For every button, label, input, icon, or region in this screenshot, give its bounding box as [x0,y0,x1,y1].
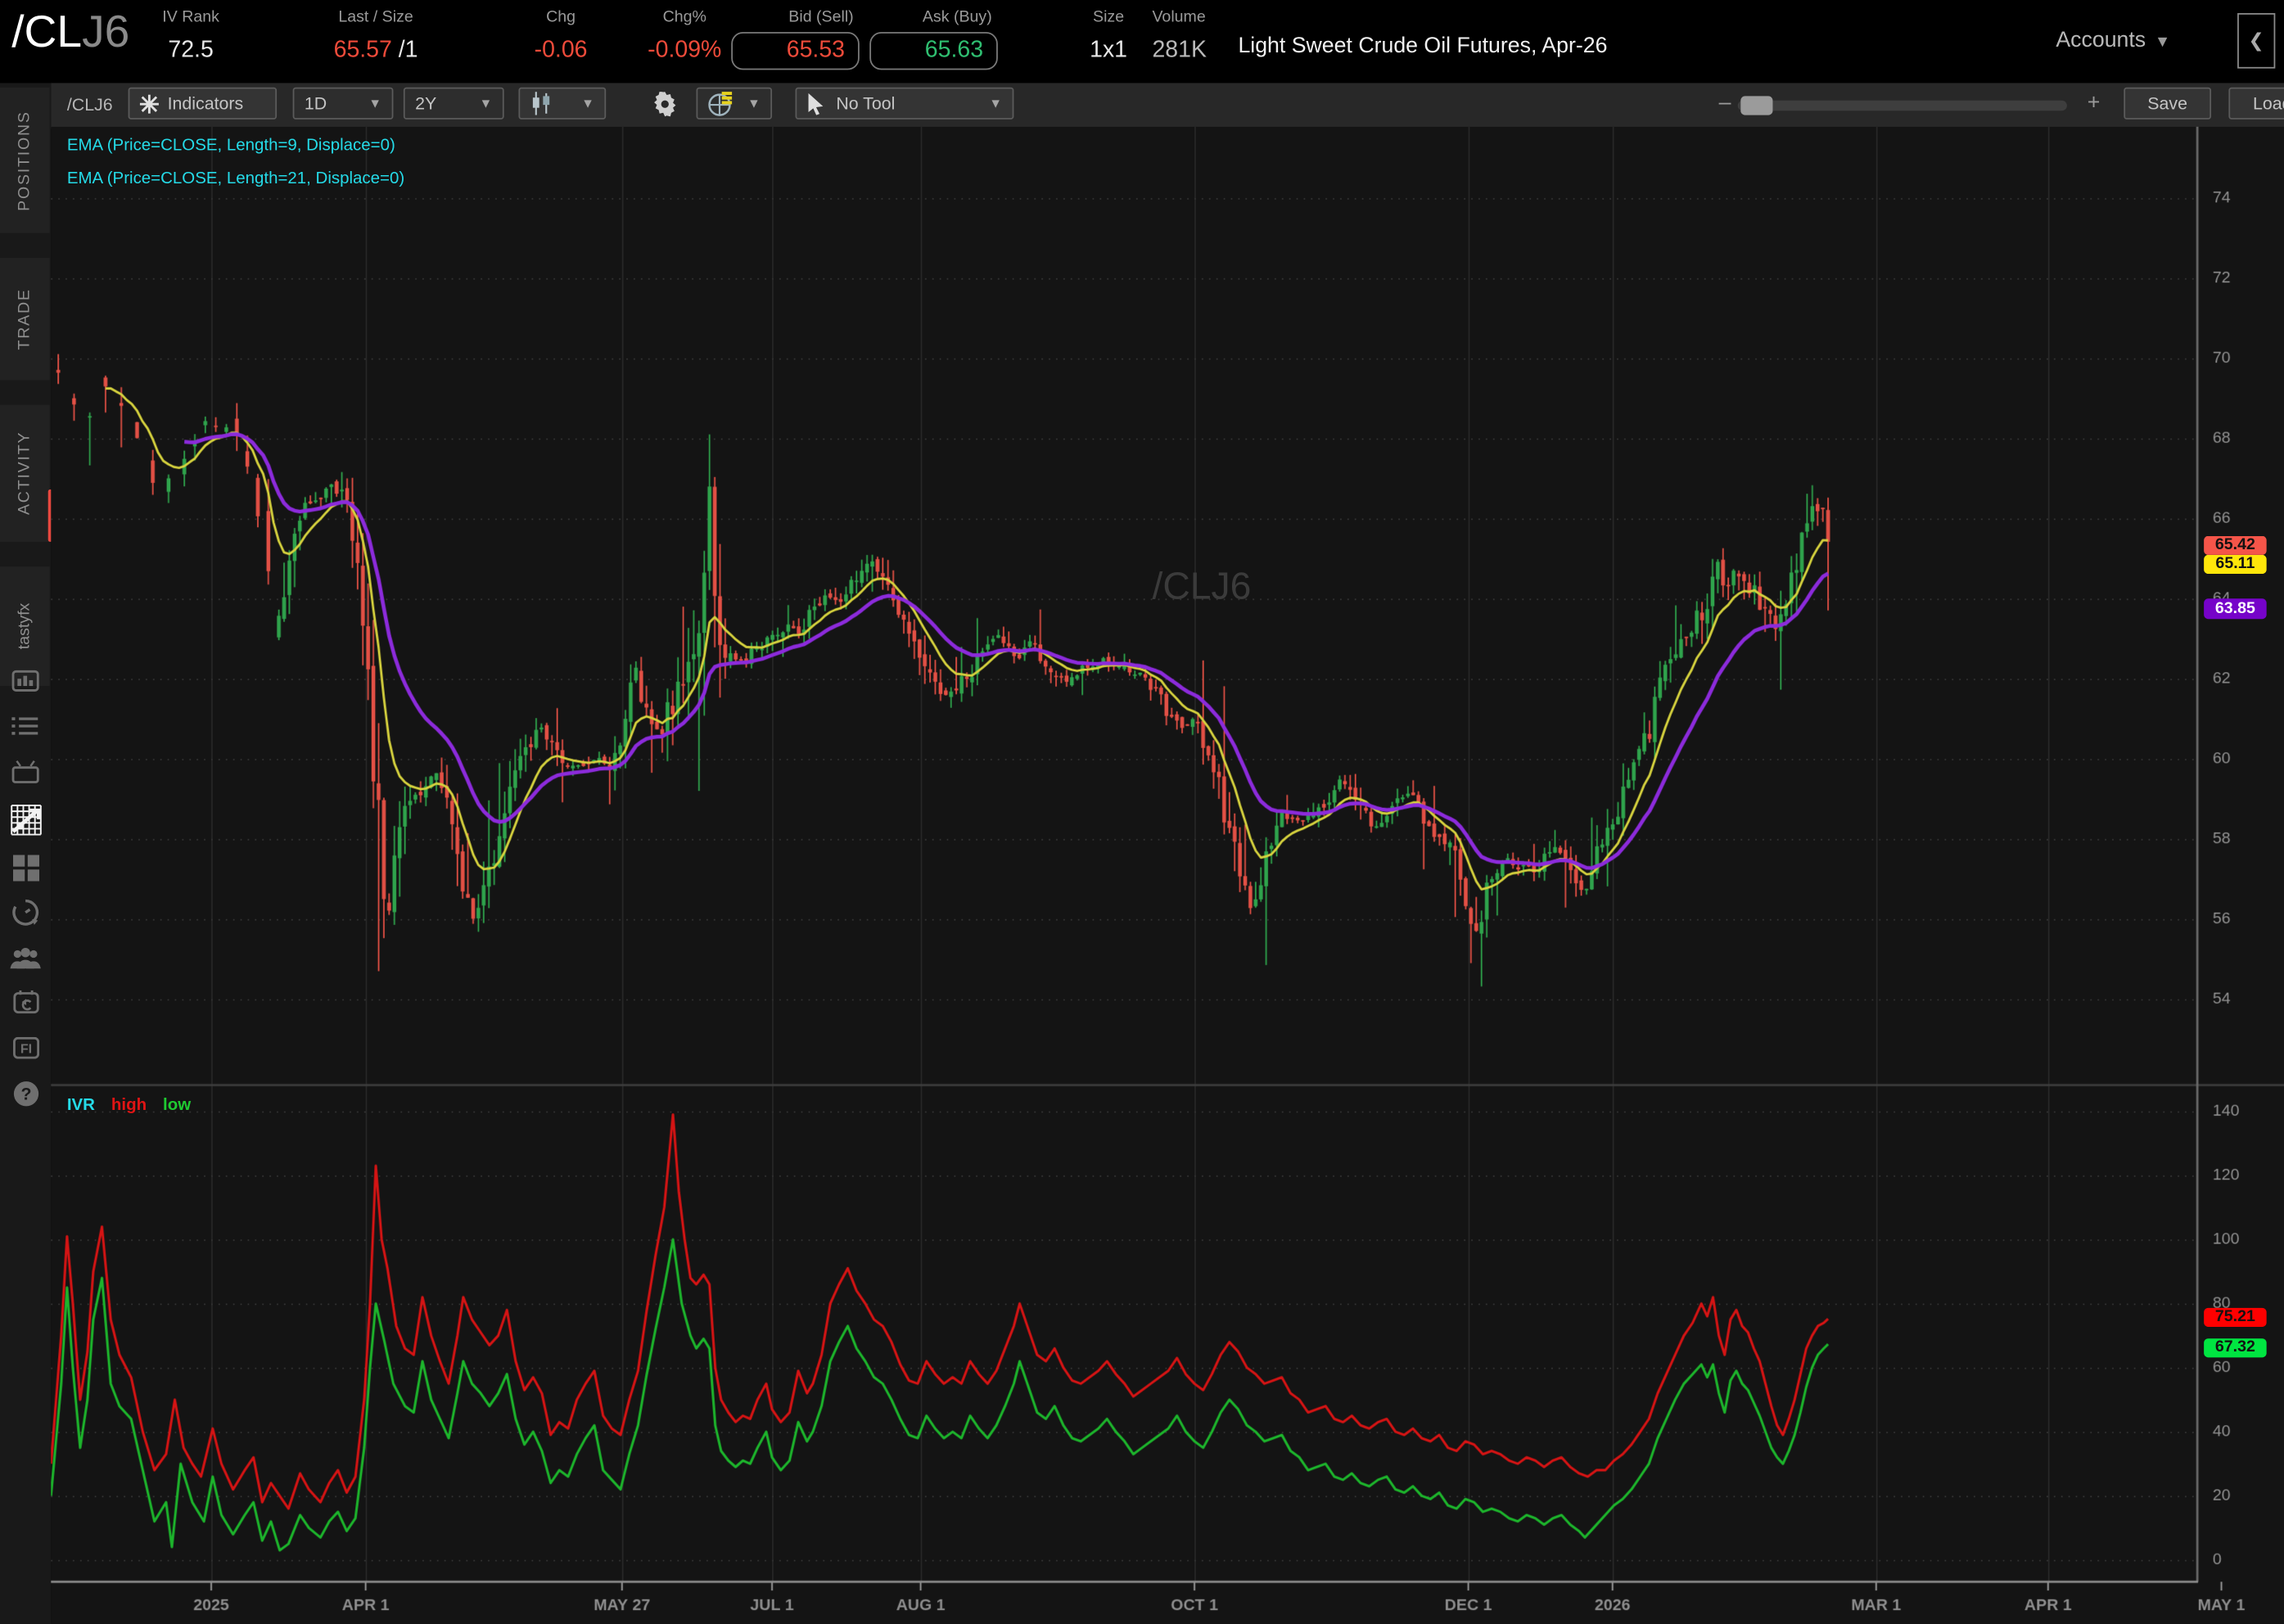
symbol-logo-sub: J6 [82,6,129,56]
last-size-value: 65.57 /1 [299,34,454,69]
price-chart-canvas[interactable] [51,127,2284,1624]
chevron-down-icon: ▼ [989,96,1002,111]
sidebar-tab-label: ACTIVITY [16,431,34,515]
trading-platform-window: /CLJ6 IV Rank 72.5 Last / Size 65.57 /1 … [0,0,2284,1624]
iv-rank-value: 72.5 [138,34,243,69]
iv-rank-label: IV Rank [138,9,243,28]
compare-grid-icon [708,90,734,116]
ivr-legend-high: high [111,1097,147,1114]
chg-value: -0.06 [510,34,612,69]
svg-text:FI: FI [20,1042,31,1056]
journal-icon[interactable] [10,665,40,696]
chg-field: Chg -0.06 [510,9,612,69]
iv-rank-field: IV Rank 72.5 [138,9,243,69]
zoom-slider-thumb[interactable] [1740,96,1772,115]
sidebar-tab-trade[interactable]: TRADE [0,258,49,380]
chg-pct-label: Chg% [626,9,743,28]
zoom-slider[interactable] [1738,101,2067,111]
ask-button[interactable]: 65.63 [869,32,998,70]
ask-label: Ask (Buy) [869,9,998,28]
ivr-legend-low: low [163,1097,191,1114]
help-icon[interactable]: ? [10,1078,40,1108]
last-size-field: Last / Size 65.57 /1 [299,9,454,69]
accounts-label: Accounts [2056,28,2146,52]
tool-label: No Tool [836,93,895,114]
bid-button[interactable]: 65.53 [731,32,860,70]
bid-field: Bid (Sell) 65.53 [731,9,860,70]
chg-pct-field: Chg% -0.09% [626,9,743,69]
bid-label: Bid (Sell) [731,9,860,28]
collapse-panel-button[interactable]: ❮ [2237,13,2275,69]
ema9-legend[interactable]: EMA (Price=CLOSE, Length=9, Displace=0) [67,137,395,154]
instrument-description: Light Sweet Crude Oil Futures, Apr-26 [1238,34,1607,58]
ema9-price-label: 65.11 [2204,555,2267,574]
chevron-down-icon: ▼ [368,96,381,111]
cursor-icon [807,92,824,115]
candlestick-icon [530,92,553,115]
followers-icon[interactable] [10,942,40,972]
left-sidebar: POSITIONS TRADE ACTIVITY tastyfx FI [0,83,52,1624]
toolbar-symbol: /CLJ6 [67,95,113,115]
chevron-left-icon: ❮ [2248,29,2264,52]
timeframe-value: 1D [305,93,327,114]
chevron-down-icon: ▼ [480,96,493,111]
svg-text:?: ? [20,1084,31,1103]
size-label: Size [1058,9,1160,28]
last-size-label: Last / Size [299,9,454,28]
chevron-down-icon: ▼ [747,96,761,111]
sidebar-tab-label: POSITIONS [16,110,34,210]
range-value: 2Y [415,93,436,114]
zoom-out-button[interactable]: – [1719,90,1731,115]
symbol-logo: /CLJ6 [11,6,129,58]
chart-watermark: /CLJ6 [1056,564,1347,609]
sidebar-tab-positions[interactable]: POSITIONS [0,88,49,233]
tv-icon[interactable] [10,756,40,786]
chart-icon[interactable] [9,802,43,836]
range-dropdown[interactable]: 2Y ▼ [404,88,504,120]
indicators-label: Indicators [168,93,244,114]
last-size-suffix: /1 [392,38,418,62]
volume-label: Volume [1152,9,1225,28]
ivr-high-price-label: 75.21 [2204,1308,2267,1327]
chart-type-dropdown[interactable]: ▼ [518,88,606,120]
chg-label: Chg [510,9,612,28]
symbol-logo-main: /CL [11,6,82,56]
grid-icon[interactable] [10,852,40,882]
sidebar-tab-label: tastyfx [16,603,34,650]
quote-header: /CLJ6 IV Rank 72.5 Last / Size 65.57 /1 … [0,0,2284,83]
fi-icon[interactable]: FI [10,1033,40,1063]
volume-field: Volume 281K [1152,9,1225,69]
tool-dropdown[interactable]: No Tool ▼ [796,88,1014,120]
ask-field: Ask (Buy) 65.63 [869,9,998,70]
size-field: Size 1x1 [1058,9,1160,69]
load-button[interactable]: Load [2228,88,2284,120]
ema21-price-label: 63.85 [2204,598,2267,619]
indicators-button[interactable]: Indicators [129,88,277,120]
chart-settings-button[interactable] [652,92,677,124]
chevron-down-icon: ▼ [2155,34,2170,51]
ivr-low-price-label: 67.32 [2204,1338,2267,1357]
history-icon[interactable] [10,897,40,927]
last-value: 65.57 [334,38,392,62]
chevron-down-icon: ▼ [581,96,594,111]
save-button[interactable]: Save [2124,88,2211,120]
layout-dropdown[interactable]: ▼ [697,88,773,120]
sidebar-tab-label: TRADE [16,288,34,350]
zoom-in-button[interactable]: + [2088,90,2101,115]
ivr-legend-name: IVR [67,1097,95,1114]
chg-pct-value: -0.09% [626,34,743,69]
chart-area: EMA (Price=CLOSE, Length=9, Displace=0) … [51,127,2284,1624]
ivr-legend[interactable]: IVR high low [67,1097,191,1114]
calendar-back-icon[interactable] [10,986,40,1017]
sidebar-tab-activity[interactable]: ACTIVITY [0,405,49,542]
size-value: 1x1 [1058,34,1160,69]
accounts-dropdown[interactable]: Accounts ▼ [2056,28,2170,54]
last-price-label: 65.42 [2204,536,2267,555]
list-icon[interactable] [10,710,40,741]
ema21-legend[interactable]: EMA (Price=CLOSE, Length=21, Displace=0) [67,170,404,187]
chart-toolbar: /CLJ6 Indicators 1D ▼ 2Y ▼ ▼ ▼ [51,83,2284,128]
volume-value: 281K [1152,34,1225,69]
timeframe-dropdown[interactable]: 1D ▼ [293,88,394,120]
indicators-icon [140,94,159,113]
